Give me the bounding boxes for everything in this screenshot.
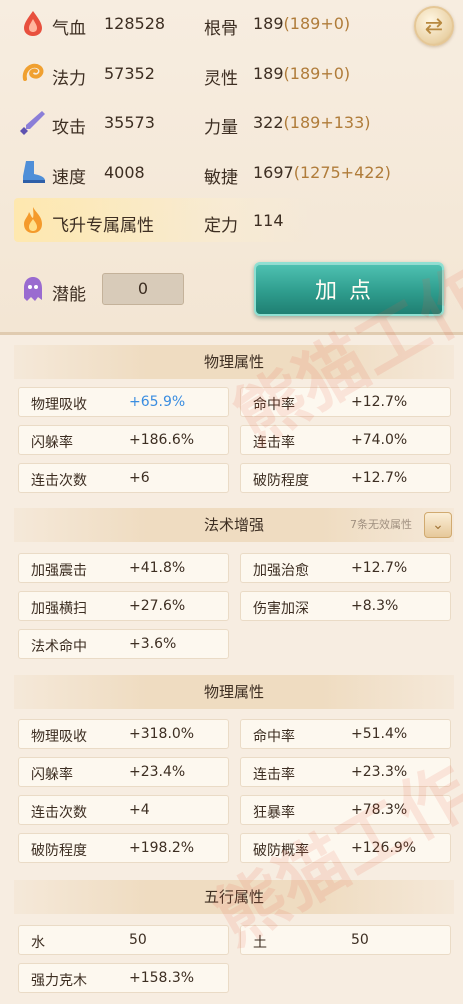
attr-cell: 破防概率 +126.9% (240, 833, 451, 863)
attr-cell: 命中率 +51.4% (240, 719, 451, 749)
flame-icon (18, 205, 48, 235)
agility-value: 1697(1275+422) (253, 163, 391, 182)
attribute-list[interactable]: 物理属性 物理吸收 +65.9% 命中率 +12.7% 闪躲率 +186.6% 连击率… (0, 332, 463, 1004)
attr-cell: 连击率 +74.0% (240, 425, 451, 455)
invalid-attr-count: 7条无效属性 (350, 518, 412, 531)
focus-value: 114 (253, 211, 284, 230)
attr-cell: 破防程度 +198.2% (18, 833, 229, 863)
attr-cell: 连击次数 +4 (18, 795, 229, 825)
attr-cell: 连击率 +23.3% (240, 757, 451, 787)
attr-cell: 狂暴率 +78.3% (240, 795, 451, 825)
character-stats-panel: 气血 128528 根骨 189(189+0) 法力 57352 灵性 189(… (0, 0, 463, 332)
mana-label: 法力 (52, 69, 86, 89)
hp-label: 气血 (52, 19, 86, 39)
potential-label: 潜能 (52, 285, 86, 305)
attr-cell: 物理吸收 +318.0% (18, 719, 229, 749)
attr-cell: 水 50 (18, 925, 229, 955)
stat-row-mana: 法力 57352 灵性 189(189+0) (0, 54, 463, 94)
section-header-magic: 法术增强 7条无效属性 ⌄ (14, 508, 454, 542)
attr-cell: 法术命中 +3.6% (18, 629, 229, 659)
attr-cell: 强力克木 +158.3% (18, 963, 229, 993)
stat-row-speed: 速度 4008 敏捷 1697(1275+422) (0, 153, 463, 193)
attr-cell: 加强横扫 +27.6% (18, 591, 229, 621)
attr-cell: 加强治愈 +12.7% (240, 553, 451, 583)
section-header-physical: 物理属性 (14, 345, 454, 379)
potential-value: 0 (102, 273, 184, 305)
bone-value: 189(189+0) (253, 14, 351, 33)
attr-cell: 破防程度 +12.7% (240, 463, 451, 493)
bone-label: 根骨 (204, 19, 238, 39)
spirit-ghost-icon (18, 274, 48, 304)
boot-icon (18, 157, 48, 187)
mana-value: 57352 (104, 64, 155, 83)
add-point-button[interactable]: 加点 (254, 262, 444, 316)
attr-cell: 物理吸收 +65.9% (18, 387, 229, 417)
strength-value: 322(189+133) (253, 113, 371, 132)
focus-label: 定力 (204, 216, 238, 236)
attack-value: 35573 (104, 113, 155, 132)
chevron-down-icon[interactable]: ⌄ (424, 512, 452, 538)
hp-value: 128528 (104, 14, 166, 33)
sword-icon (18, 107, 48, 137)
spirit-value: 189(189+0) (253, 64, 351, 83)
spirit-label: 灵性 (204, 69, 238, 89)
speed-value: 4008 (104, 163, 145, 182)
attr-cell: 命中率 +12.7% (240, 387, 451, 417)
attr-cell: 连击次数 +6 (18, 463, 229, 493)
strength-label: 力量 (204, 118, 238, 138)
attr-cell: 伤害加深 +8.3% (240, 591, 451, 621)
attr-cell: 土 50 (240, 925, 451, 955)
section-header-elements: 五行属性 (14, 880, 454, 914)
attack-label: 攻击 (52, 118, 86, 138)
ascension-label: 飞升专属属性 (52, 216, 154, 236)
swap-icon[interactable]: ⇄ (414, 6, 454, 46)
speed-label: 速度 (52, 168, 86, 188)
attr-cell: 闪躲率 +23.4% (18, 757, 229, 787)
attr-cell: 加强震击 +41.8% (18, 553, 229, 583)
stat-row-hp: 气血 128528 根骨 189(189+0) (0, 4, 463, 44)
attr-cell: 闪躲率 +186.6% (18, 425, 229, 455)
stat-row-attack: 攻击 35573 力量 322(189+133) (0, 103, 463, 143)
section-header-physical-2: 物理属性 (14, 675, 454, 709)
blood-drop-icon (18, 8, 48, 38)
stat-row-ascension: 飞升专属属性 定力 114 (0, 201, 463, 241)
agility-label: 敏捷 (204, 168, 238, 188)
mana-swirl-icon (18, 58, 48, 88)
